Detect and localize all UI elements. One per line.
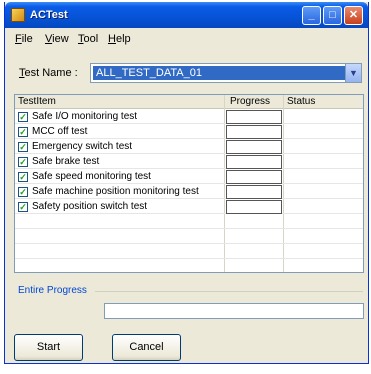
app-icon [11,8,25,22]
main-window: ACTest _ □ ✕ File View Tool Help Test Na… [4,2,369,364]
minimize-button[interactable]: _ [302,6,321,25]
test-item-grid[interactable]: TestItem Progress Status ✓ Safe I/O moni… [14,94,364,273]
test-item-label: Safe machine position monitoring test [32,186,199,197]
checkbox[interactable]: ✓ [18,172,28,182]
menu-tool[interactable]: Tool [78,33,98,45]
grid-header: TestItem Progress Status [15,95,363,109]
entire-progress-label: Entire Progress [18,285,87,296]
progress-cell [226,125,282,139]
checkbox[interactable]: ✓ [18,142,28,152]
test-item-label: MCC off test [32,126,88,137]
chevron-down-icon[interactable]: ▼ [345,64,361,82]
test-item-label: Safe brake test [32,156,100,167]
test-name-combobox[interactable]: ALL_TEST_DATA_01 ▼ [90,63,362,83]
column-header-testitem[interactable]: TestItem [18,96,56,107]
test-item-label: Safety position switch test [32,201,148,212]
test-name-value: ALL_TEST_DATA_01 [93,66,345,80]
test-item-label: Safe speed monitoring test [32,171,151,182]
maximize-button[interactable]: □ [323,6,342,25]
table-row [15,215,363,229]
start-button[interactable]: Start [14,334,83,361]
table-row [15,260,363,272]
progress-cell [226,200,282,214]
menu-view[interactable]: View [45,33,69,45]
progress-cell [226,155,282,169]
window-title: ACTest [30,9,68,21]
test-item-label: Safe I/O monitoring test [32,111,138,122]
menu-help[interactable]: Help [108,33,131,45]
table-row[interactable]: ✓ MCC off test [15,125,363,139]
progress-cell [226,170,282,184]
checkbox[interactable]: ✓ [18,112,28,122]
progress-cell [226,140,282,154]
table-row[interactable]: ✓ Safe brake test [15,155,363,169]
test-name-label: Test Name : [19,67,78,79]
table-row[interactable]: ✓ Safe I/O monitoring test [15,110,363,124]
table-row[interactable]: ✓ Emergency switch test [15,140,363,154]
column-header-progress[interactable]: Progress [230,96,270,107]
menu-file[interactable]: File [15,33,33,45]
checkbox[interactable]: ✓ [18,202,28,212]
progress-cell [226,110,282,124]
column-header-status[interactable]: Status [287,96,315,107]
table-row [15,230,363,244]
title-bar[interactable]: ACTest _ □ ✕ [5,2,368,28]
table-row [15,245,363,259]
close-button[interactable]: ✕ [344,6,363,25]
test-item-label: Emergency switch test [32,141,133,152]
menu-bar: File View Tool Help [5,28,368,48]
start-button-label: Start [36,341,61,353]
checkbox[interactable]: ✓ [18,187,28,197]
group-divider [95,291,363,292]
cancel-button-label: Cancel [129,341,164,353]
table-row[interactable]: ✓ Safe machine position monitoring test [15,185,363,199]
cancel-button[interactable]: Cancel [112,334,181,361]
checkbox[interactable]: ✓ [18,157,28,167]
entire-progress-bar [104,303,364,319]
table-row[interactable]: ✓ Safe speed monitoring test [15,170,363,184]
table-row[interactable]: ✓ Safety position switch test [15,200,363,214]
checkbox[interactable]: ✓ [18,127,28,137]
progress-cell [226,185,282,199]
